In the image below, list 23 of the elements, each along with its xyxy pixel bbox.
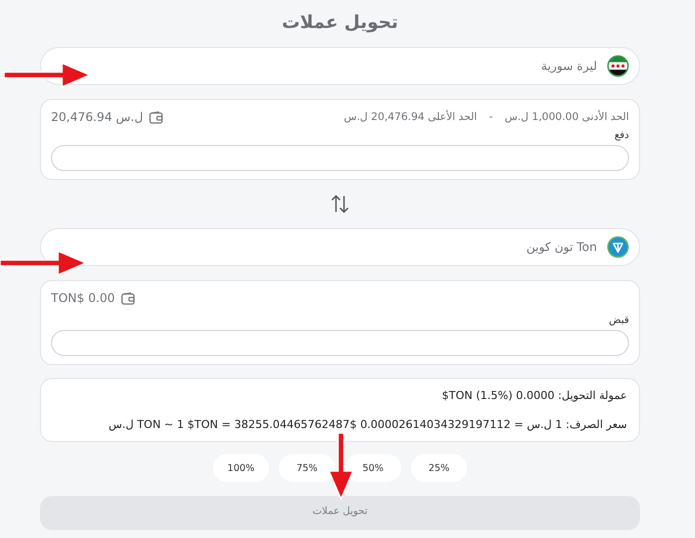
percent-button[interactable]: 75% xyxy=(279,454,335,482)
field-label: دفع xyxy=(613,130,629,141)
pay-input[interactable] xyxy=(51,145,629,171)
percent-button[interactable]: 25% xyxy=(411,454,467,482)
balance-text: TON$ 0.00 xyxy=(51,291,115,305)
min-limit: الحد الأدنى 1,000.00 ل.س xyxy=(504,111,629,123)
rate-text: سعر الصرف: 1 ل.س = 0.00002614034329197112 $TON ~ 1 $TON = 38255.04465762487 ل.س xyxy=(108,418,627,431)
percent-button[interactable]: 50% xyxy=(345,454,401,482)
swap-icon[interactable] xyxy=(331,194,349,214)
balance-text: 20,476.94 ل.س xyxy=(51,110,144,124)
field-label: قبض xyxy=(608,315,629,326)
separator-text: - xyxy=(488,111,493,123)
page-title: تحويل عملات xyxy=(280,12,400,33)
currency-selector[interactable]: Ton تون كوين xyxy=(40,228,640,266)
coin-icon xyxy=(607,236,629,258)
receive-input[interactable] xyxy=(51,330,629,356)
percent-button[interactable]: 100% xyxy=(213,454,269,482)
currency-selector[interactable]: ليرة سورية xyxy=(40,47,640,85)
wallet-icon xyxy=(120,292,135,304)
fee-text: عمولة التحويل: 0.0000 (%1.5) TON$ xyxy=(440,389,627,402)
max-limit: الحد الأعلى 20,476.94 ل.س xyxy=(344,111,477,123)
wallet-icon xyxy=(149,110,164,124)
flag-icon xyxy=(607,55,629,77)
